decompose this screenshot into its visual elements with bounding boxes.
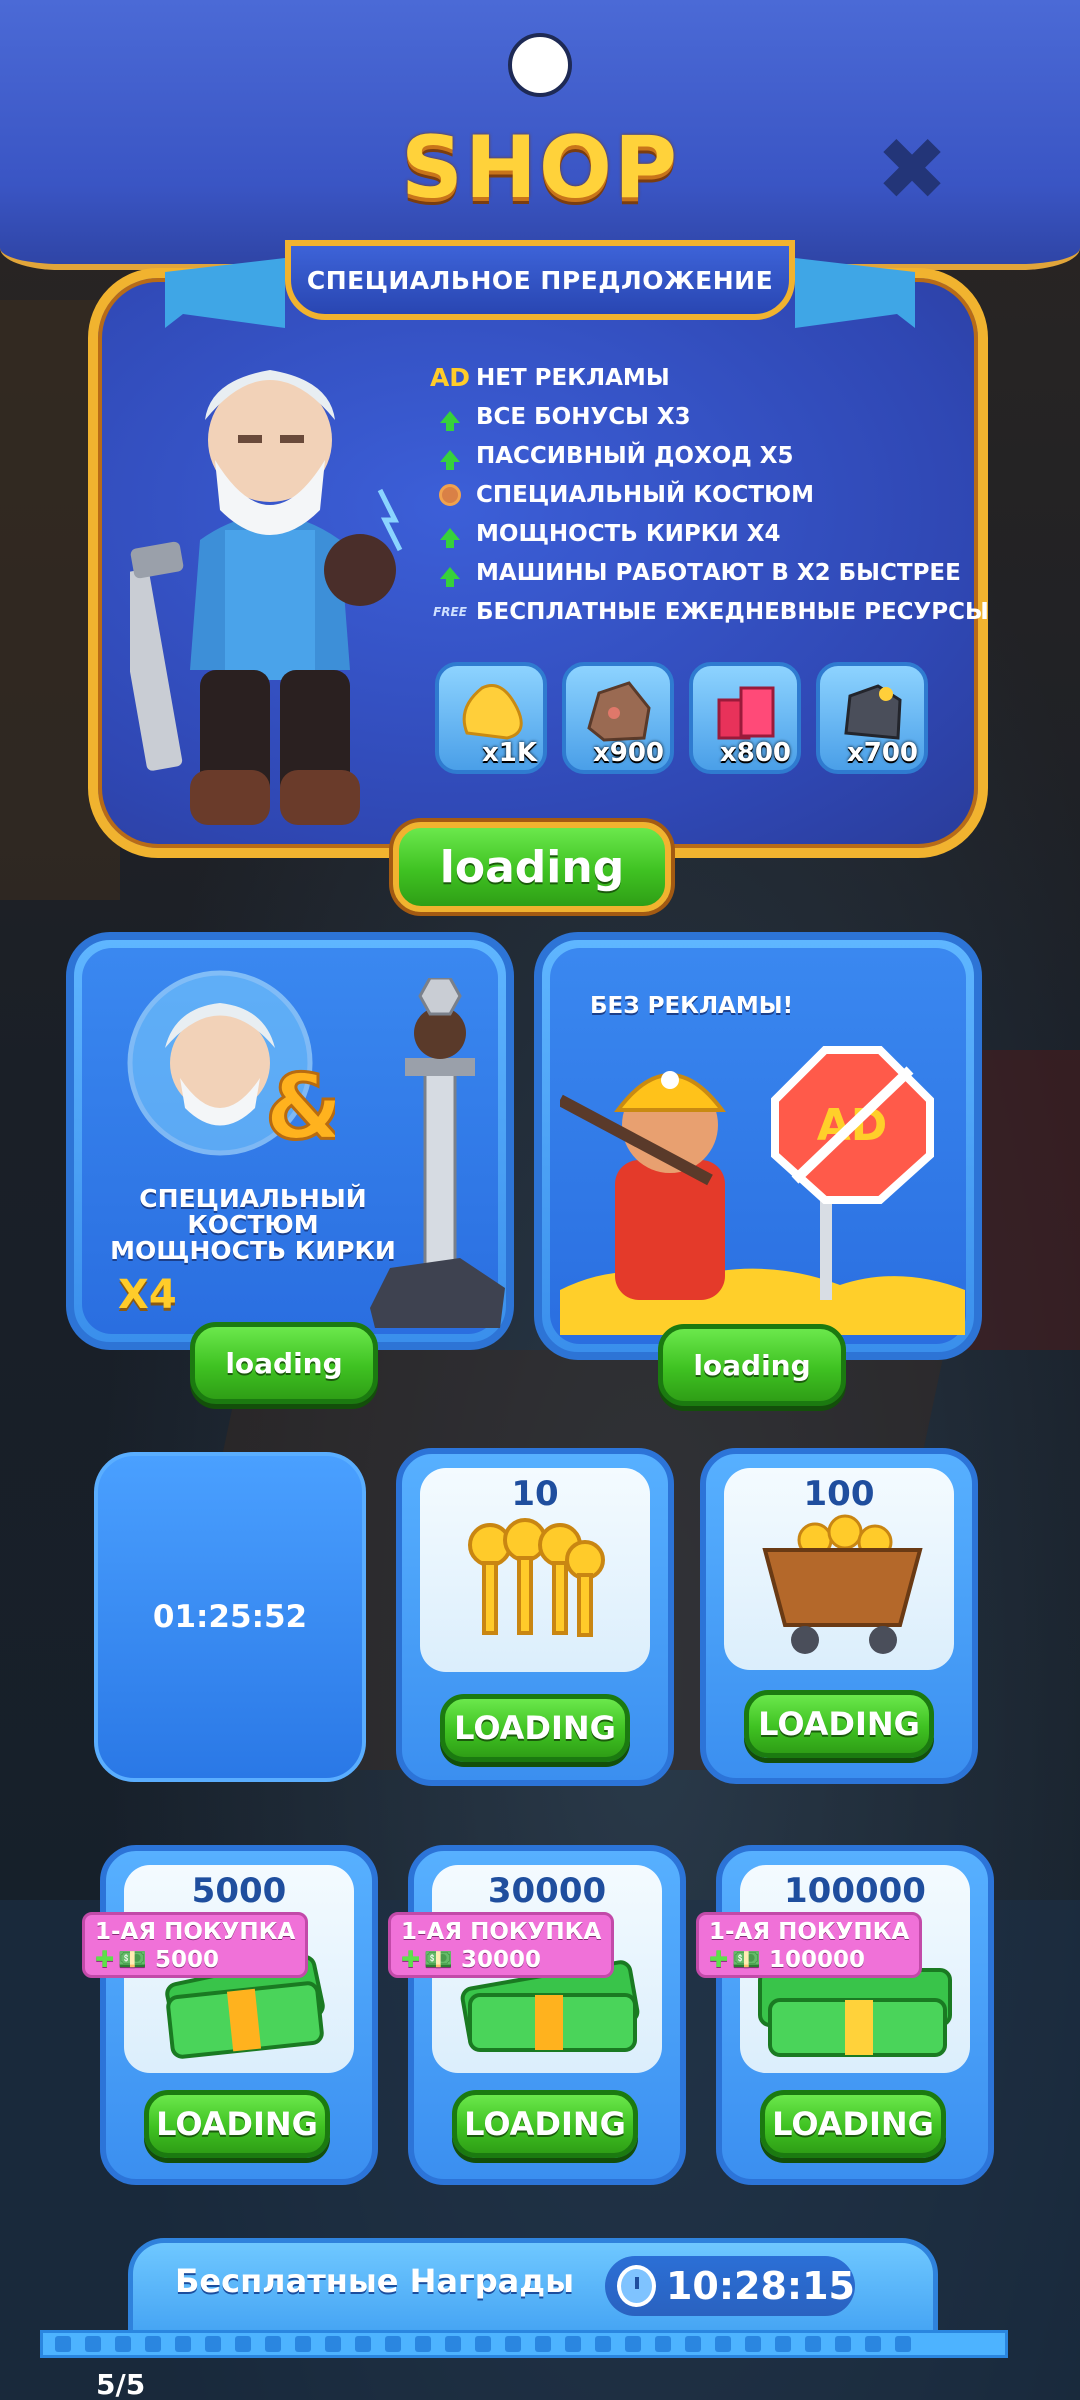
first-purchase-label: 1-АЯ ПОКУПКА bbox=[401, 1919, 602, 1945]
resource-gold: x1K bbox=[435, 662, 547, 774]
clock-icon bbox=[617, 2265, 656, 2307]
keys-icon bbox=[468, 1518, 605, 1637]
feature-machines-faster: МАШИНЫ РАБОТАЮТ В X2 БЫСТРЕЕ bbox=[432, 553, 989, 592]
resource-amount: x1K bbox=[481, 738, 537, 768]
ad-icon: AD bbox=[429, 363, 471, 392]
resource-amount: x800 bbox=[719, 738, 791, 768]
free-rewards-title: Бесплатные Награды bbox=[175, 2262, 575, 2300]
first-purchase-badge: 1-АЯ ПОКУПКА ✚ 💵 5000 bbox=[82, 1912, 309, 1978]
feature-passive-income: ПАССИВНЫЙ ДОХОД X5 bbox=[432, 436, 989, 475]
resource-copper: x900 bbox=[562, 662, 674, 774]
pickaxe-multiplier: X4 bbox=[118, 1272, 177, 1318]
keys-cart-offer-buy-button[interactable]: LOADING bbox=[744, 1690, 934, 1758]
close-icon: ✖ bbox=[875, 120, 949, 220]
special-offer-buy-button[interactable]: loading bbox=[393, 822, 671, 912]
plus-icon: ✚ bbox=[95, 1947, 115, 1973]
copper-ore-icon bbox=[587, 681, 651, 742]
arrow-up-icon bbox=[432, 441, 468, 471]
feature-label: ВСЕ БОНУСЫ X3 bbox=[476, 403, 691, 430]
first-purchase-label: 1-АЯ ПОКУПКА bbox=[95, 1919, 296, 1945]
cash-icon: 💵 bbox=[732, 1947, 761, 1973]
keys-offer-count: 10 bbox=[511, 1474, 559, 1514]
bonus-amount: 30000 bbox=[460, 1947, 541, 1973]
feature-free-daily-resources: FREE БЕСПЛАТНЫЕ ЕЖЕДНЕВНЫЕ РЕСУРСЫ bbox=[432, 592, 989, 631]
cash-icon: 💵 bbox=[118, 1947, 147, 1973]
arrow-up-icon bbox=[432, 402, 468, 432]
ampersand-glyph: & bbox=[265, 1055, 335, 1158]
miner-with-no-ad-sign-image: AD bbox=[560, 1046, 965, 1335]
resource-iron: x700 bbox=[816, 662, 928, 774]
plus-icon: ✚ bbox=[401, 1947, 421, 1973]
hero-portrait-bubble: & bbox=[127, 970, 335, 1158]
keys-cart-offer-count: 100 bbox=[803, 1474, 875, 1514]
feature-label: БЕСПЛАТНЫЕ ЕЖЕДНЕВНЫЕ РЕСУРСЫ bbox=[476, 598, 989, 625]
arrow-up-icon bbox=[432, 519, 468, 549]
resource-rewards: x1K x900 x800 x700 bbox=[435, 662, 928, 774]
feature-label: СПЕЦИАЛЬНЫЙ КОСТЮМ bbox=[476, 481, 815, 508]
free-icon: FREE bbox=[433, 604, 467, 619]
plus-icon: ✚ bbox=[709, 1947, 729, 1973]
feature-label: НЕТ РЕКЛАМЫ bbox=[476, 364, 670, 391]
keys-offer-buy-button[interactable]: LOADING bbox=[440, 1694, 630, 1762]
resource-ruby: x800 bbox=[689, 662, 801, 774]
resource-amount: x900 bbox=[592, 738, 664, 768]
ruby-icon bbox=[717, 686, 775, 740]
costume-offer-line1: СПЕЦИАЛЬНЫЙ bbox=[139, 1184, 367, 1213]
sword-in-stone-image bbox=[370, 978, 505, 1328]
bonus-amount: 100000 bbox=[768, 1947, 865, 1973]
arrow-up-icon bbox=[432, 558, 468, 588]
timer-offer-card: 01:25:52 bbox=[94, 1452, 366, 1782]
keys-cart-icon bbox=[762, 1514, 923, 1654]
first-purchase-badge: 1-АЯ ПОКУПКА ✚ 💵 30000 bbox=[388, 1912, 615, 1978]
special-offer-ribbon: СПЕЦИАЛЬНОЕ ПРЕДЛОЖЕНИЕ bbox=[285, 240, 795, 320]
cash-offer-buy-button-1[interactable]: LOADING bbox=[144, 2090, 330, 2158]
feature-label: ПАССИВНЫЙ ДОХОД X5 bbox=[476, 442, 794, 469]
noads-offer-buy-button[interactable]: loading bbox=[658, 1324, 846, 1406]
free-rewards-progress: 5/5 bbox=[96, 2368, 146, 2400]
resource-amount: x700 bbox=[846, 738, 918, 768]
bonus-amount: 5000 bbox=[154, 1947, 219, 1973]
feature-label: МАШИНЫ РАБОТАЮТ В X2 БЫСТРЕЕ bbox=[476, 559, 961, 586]
first-purchase-badge: 1-АЯ ПОКУПКА ✚ 💵 100000 bbox=[696, 1912, 923, 1978]
special-offer-features: AD НЕТ РЕКЛАМЫ ВСЕ БОНУСЫ X3 ПАССИВНЫЙ Д… bbox=[429, 358, 989, 631]
old-miner-hero-image bbox=[130, 370, 403, 825]
cash-icon: 💵 bbox=[424, 1947, 453, 1973]
free-rewards-time: 10:28:15 bbox=[665, 2264, 855, 2308]
first-purchase-label: 1-АЯ ПОКУПКА bbox=[709, 1919, 910, 1945]
feature-label: МОЩНОСТЬ КИРКИ X4 bbox=[476, 520, 781, 547]
cash-offer-count: 30000 bbox=[487, 1871, 607, 1911]
feature-all-bonuses: ВСЕ БОНУСЫ X3 bbox=[432, 397, 989, 436]
close-button[interactable]: ✖ bbox=[872, 120, 952, 220]
special-offer-title: СПЕЦИАЛЬНОЕ ПРЕДЛОЖЕНИЕ bbox=[306, 265, 774, 295]
cash-offer-count: 5000 bbox=[191, 1871, 287, 1911]
costume-icon bbox=[432, 480, 468, 510]
feature-no-ads: AD НЕТ РЕКЛАМЫ bbox=[429, 358, 989, 397]
feature-pickaxe-power: МОЩНОСТЬ КИРКИ X4 bbox=[432, 514, 989, 553]
gold-nugget-icon bbox=[462, 684, 523, 740]
noads-offer-title: БЕЗ РЕКЛАМЫ! bbox=[590, 993, 794, 1019]
cash-offer-buy-button-3[interactable]: LOADING bbox=[760, 2090, 946, 2158]
free-rewards-timer: 10:28:15 bbox=[605, 2256, 855, 2316]
costume-offer-line2: КОСТЮМ bbox=[187, 1210, 319, 1239]
cash-offer-count: 100000 bbox=[784, 1871, 926, 1911]
cash-offer-buy-button-2[interactable]: LOADING bbox=[452, 2090, 638, 2158]
costume-offer-buy-button[interactable]: loading bbox=[190, 1322, 378, 1404]
iron-ore-icon bbox=[844, 684, 902, 740]
costume-offer-line3: МОЩНОСТЬ КИРКИ bbox=[110, 1236, 396, 1265]
costume-offer-title: СПЕЦИАЛЬНЫЙ КОСТЮМ МОЩНОСТЬ КИРКИ bbox=[108, 1186, 398, 1264]
camera-notch bbox=[508, 33, 572, 97]
free-rewards-track bbox=[40, 2330, 1008, 2358]
offer-timer: 01:25:52 bbox=[152, 1599, 308, 1635]
feature-special-costume: СПЕЦИАЛЬНЫЙ КОСТЮМ bbox=[432, 475, 989, 514]
